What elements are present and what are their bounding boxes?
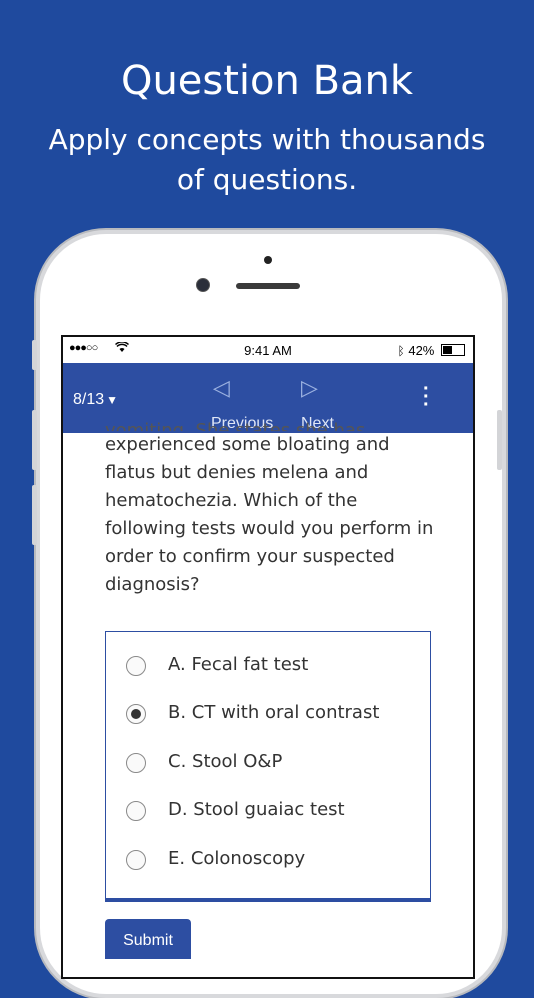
answer-option-c[interactable]: C. Stool O&P xyxy=(126,749,426,779)
phone-mute-switch xyxy=(32,340,37,370)
radio-button-selected[interactable] xyxy=(126,704,146,724)
answer-label: D. Stool guaiac test xyxy=(168,799,345,820)
caret-down-icon: ▼ xyxy=(106,393,119,407)
radio-button[interactable] xyxy=(126,753,146,773)
answer-label: E. Colonoscopy xyxy=(168,848,306,869)
submit-button[interactable]: Submit xyxy=(105,919,191,959)
question-line: diagnosis? xyxy=(105,574,200,595)
answer-label: B. CT with oral contrast xyxy=(168,702,380,723)
radio-button[interactable] xyxy=(126,656,146,676)
question-text-cut-line: vomiting. She states she has xyxy=(105,420,366,431)
battery-indicator: ᛒ 42% xyxy=(398,343,465,358)
more-options-icon[interactable]: · · · xyxy=(423,379,430,415)
answer-option-e[interactable]: E. Colonoscopy xyxy=(126,846,426,876)
question-line: experienced some bloating and xyxy=(105,434,390,455)
question-line: following tests would you perform in xyxy=(105,518,434,539)
question-text: vomiting. She states she has experienced… xyxy=(105,420,445,599)
radio-button[interactable] xyxy=(126,801,146,821)
answer-option-d[interactable]: D. Stool guaiac test xyxy=(126,797,426,827)
bluetooth-icon: ᛒ xyxy=(397,344,405,358)
answer-label: C. Stool O&P xyxy=(168,751,283,772)
status-bar: ●●●○○ 9:41 AM ᛒ 42% xyxy=(63,337,473,363)
radio-button[interactable] xyxy=(126,850,146,870)
phone-screen: ●●●○○ 9:41 AM ᛒ 42% 8/13 ▼ ◁ ▷ Previous N… xyxy=(61,335,475,979)
phone-speaker xyxy=(236,283,300,289)
question-line: hematochezia. Which of the xyxy=(105,490,358,511)
question-line: order to confirm your suspected xyxy=(105,546,395,567)
next-arrow-icon[interactable]: ▷ xyxy=(301,375,318,401)
answer-option-a[interactable]: A. Fecal fat test xyxy=(126,652,426,682)
question-counter-dropdown[interactable]: 8/13 ▼ xyxy=(73,391,118,409)
previous-arrow-icon[interactable]: ◁ xyxy=(213,375,230,401)
battery-icon xyxy=(441,344,465,356)
question-line: flatus but denies melena and xyxy=(105,462,369,483)
phone-power-button xyxy=(497,410,502,470)
answer-options: A. Fecal fat test B. CT with oral contra… xyxy=(105,631,431,902)
answer-option-b[interactable]: B. CT with oral contrast xyxy=(126,700,426,730)
battery-percent: 42% xyxy=(408,343,435,358)
promo-subtitle-line-1: Apply concepts with thousands xyxy=(48,123,486,156)
promo-title: Question Bank xyxy=(120,58,414,104)
answer-label: A. Fecal fat test xyxy=(168,654,309,675)
promo-subtitle-line-2: of questions. xyxy=(176,163,358,196)
phone-volume-up xyxy=(32,410,37,470)
phone-volume-down xyxy=(32,485,37,545)
phone-camera xyxy=(196,278,210,292)
question-counter: 8/13 xyxy=(73,391,105,408)
phone-sensor xyxy=(264,256,272,264)
promo-subtitle: Apply concepts with thousands of questio… xyxy=(0,120,534,200)
